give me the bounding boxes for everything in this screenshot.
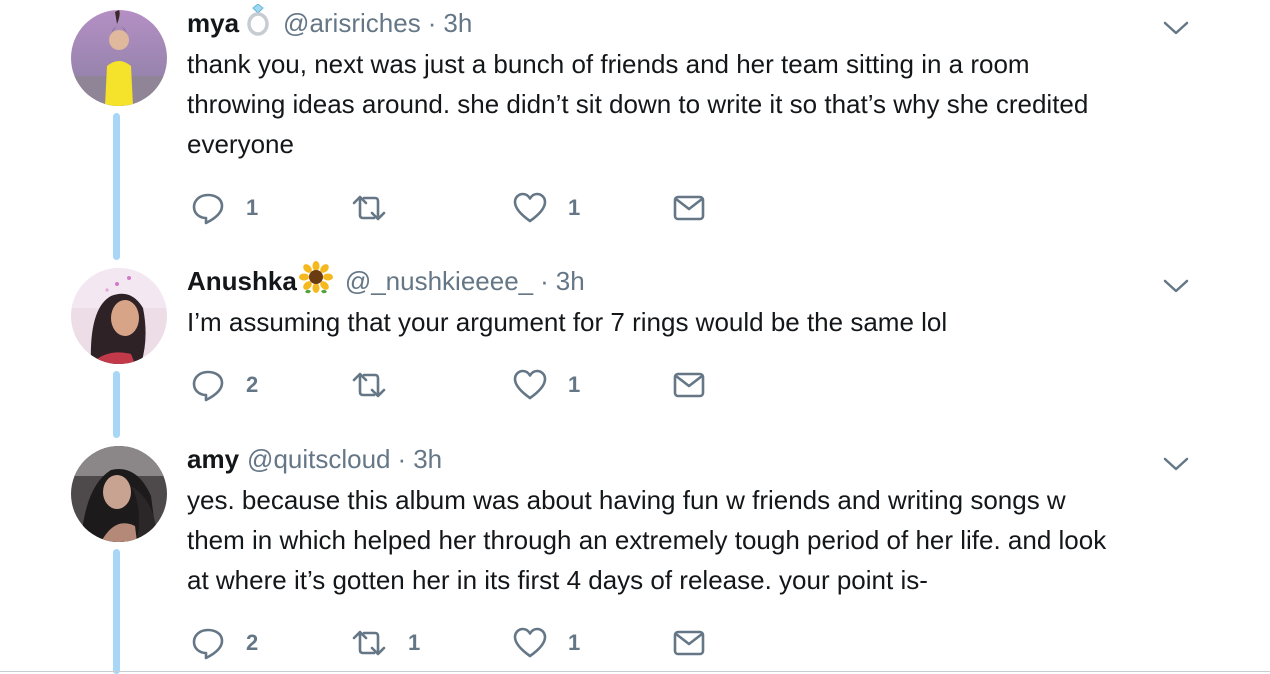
tweet-text: I’m assuming that your argument for 7 ri…	[187, 302, 1227, 342]
text-line: thank you, next was just a bunch of frie…	[187, 49, 1030, 79]
like-count: 1	[568, 195, 581, 220]
display-name[interactable]: amy	[187, 444, 239, 475]
reply-icon	[190, 367, 226, 403]
ring-icon	[245, 2, 271, 43]
handle[interactable]: @_nushkieeee_	[345, 266, 533, 297]
direct-message-icon	[672, 367, 706, 403]
tweet-actions: 2 1 1	[190, 625, 750, 661]
direct-message-button[interactable]	[672, 367, 706, 403]
reply-icon	[190, 190, 226, 226]
heart-icon	[512, 625, 548, 661]
retweet-icon	[350, 625, 388, 661]
heart-icon	[512, 367, 548, 403]
like-button[interactable]: 1	[512, 625, 580, 661]
heart-icon	[512, 190, 548, 226]
tweet-actions: 2 1	[190, 367, 750, 403]
like-count: 1	[568, 630, 581, 655]
separator: ·	[427, 7, 437, 38]
timestamp[interactable]: 3h	[443, 8, 472, 39]
conversation-thread: mya @arisriches · 3h thank you, next was…	[0, 0, 1270, 674]
direct-message-icon	[672, 190, 706, 226]
handle[interactable]: @arisriches	[283, 8, 421, 39]
tweet-header: mya @arisriches · 3h	[187, 2, 472, 43]
tweet-header: Anushka @_nushkieeee_ · 3h	[187, 260, 585, 302]
reply-icon	[190, 625, 226, 661]
direct-message-button[interactable]	[672, 625, 706, 661]
text-line: yes. because this album was about having…	[187, 485, 1066, 515]
sunflower-icon	[298, 260, 333, 302]
thread-line	[113, 549, 120, 674]
tweet-header: amy @quitscloud · 3h	[187, 441, 442, 477]
reply-button[interactable]: 2	[190, 625, 258, 661]
tweet[interactable]: Anushka @_nushkieeee_ · 3h I’m assuming …	[0, 260, 1270, 438]
retweet-button[interactable]	[350, 367, 408, 403]
tweet-actions: 1 1	[190, 190, 750, 226]
text-line: I’m assuming that your argument for 7 ri…	[187, 307, 948, 337]
handle[interactable]: @quitscloud	[247, 444, 390, 475]
retweet-button[interactable]: 1	[350, 625, 420, 661]
thread-line	[113, 113, 120, 260]
tweet[interactable]: mya @arisriches · 3h thank you, next was…	[0, 2, 1270, 260]
text-line: at where it’s gotten her in its first 4 …	[187, 565, 928, 595]
avatar[interactable]	[71, 446, 167, 542]
timestamp[interactable]: 3h	[413, 444, 442, 475]
tweet-text: thank you, next was just a bunch of frie…	[187, 44, 1227, 164]
retweet-icon	[350, 190, 388, 226]
direct-message-icon	[672, 625, 706, 661]
direct-message-button[interactable]	[672, 190, 706, 226]
display-name[interactable]: Anushka	[187, 266, 297, 297]
chevron-down-icon[interactable]	[1163, 456, 1189, 472]
reply-button[interactable]: 2	[190, 367, 258, 403]
chevron-down-icon[interactable]	[1163, 20, 1189, 36]
retweet-count: 1	[408, 630, 421, 655]
tweet[interactable]: amy @quitscloud · 3h yes. because this a…	[0, 441, 1270, 674]
reply-button[interactable]: 1	[190, 190, 258, 226]
avatar[interactable]	[71, 10, 167, 106]
timestamp[interactable]: 3h	[556, 266, 585, 297]
text-line: throwing ideas around. she didn’t sit do…	[187, 89, 1089, 119]
text-line: everyone	[187, 129, 294, 159]
retweet-button[interactable]	[350, 190, 408, 226]
tweet-text: yes. because this album was about having…	[187, 480, 1227, 600]
divider	[0, 671, 1270, 672]
like-count: 1	[568, 372, 581, 397]
reply-count: 2	[246, 630, 259, 655]
like-button[interactable]: 1	[512, 367, 580, 403]
display-name[interactable]: mya	[187, 8, 239, 39]
thread-line	[113, 371, 120, 438]
like-button[interactable]: 1	[512, 190, 580, 226]
chevron-down-icon[interactable]	[1163, 278, 1189, 294]
reply-count: 2	[246, 372, 259, 397]
avatar[interactable]	[71, 268, 167, 364]
text-line: them in which helped her through an extr…	[187, 525, 1107, 555]
separator: ·	[397, 443, 407, 474]
retweet-icon	[350, 367, 388, 403]
separator: ·	[540, 265, 549, 296]
reply-count: 1	[246, 195, 259, 220]
